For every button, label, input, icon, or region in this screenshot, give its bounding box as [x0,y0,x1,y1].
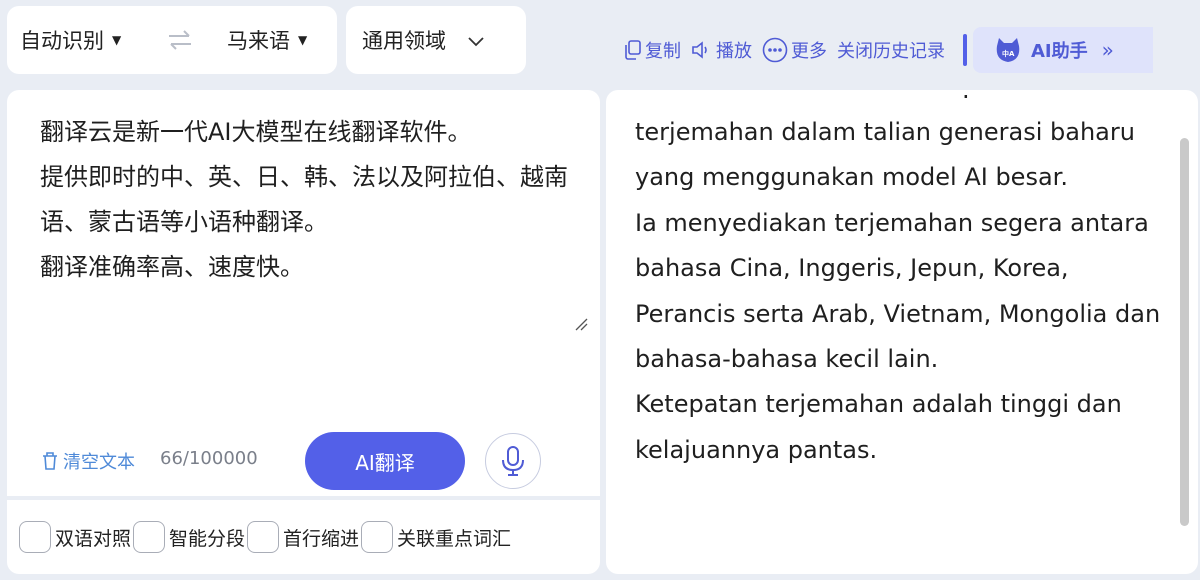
microphone-button[interactable] [485,433,541,489]
source-language-dropdown[interactable]: 自动识别 ▼ [20,6,121,74]
copy-icon [625,40,641,60]
source-text-input[interactable]: 翻译云是新一代AI大模型在线翻译软件。 提供即时的中、英、日、韩、法以及阿拉伯、… [40,110,580,290]
option-bilingual[interactable]: 双语对照 [19,521,131,553]
option-label: 智能分段 [169,527,246,550]
option-key-vocabulary[interactable]: 关联重点词汇 [361,521,511,553]
options-bar: 双语对照 智能分段 首行缩进 关联重点词汇 [7,500,600,574]
language-selector: 自动识别 ▼ 马来语 ▼ [7,6,337,74]
microphone-icon [502,446,524,476]
more-button[interactable]: 更多 [762,37,827,63]
clipped-text-fragment: . [962,90,970,104]
checkbox[interactable] [19,521,51,553]
option-label: 首行缩进 [283,527,360,550]
copy-button[interactable]: 复制 [624,37,681,63]
double-chevron-right-icon: » [1101,38,1114,62]
ai-assistant-button[interactable]: 中A AI助手 » [973,27,1153,73]
trash-icon [43,452,57,470]
output-scrollbar[interactable] [1180,138,1189,526]
caret-down-icon: ▼ [112,33,122,47]
ai-cat-icon: 中A [996,38,1020,62]
domain-dropdown[interactable]: 通用领域 [362,6,484,74]
checkbox[interactable] [133,521,166,553]
copy-label: 复制 [645,41,681,62]
speaker-icon [692,41,707,59]
more-label: 更多 [791,41,827,62]
ai-translate-button[interactable]: AI翻译 [305,432,465,490]
source-language-label: 自动识别 [20,29,104,53]
translation-output-text: terjemahan dalam talian generasi baharu … [635,118,1161,464]
target-language-label: 马来语 [227,29,290,53]
clear-text-button[interactable]: 清空文本 [41,448,135,474]
toolbar-divider [963,34,967,66]
swap-languages-icon[interactable] [167,26,193,54]
option-smart-paragraph[interactable]: 智能分段 [133,521,245,553]
option-label: 双语对照 [55,527,132,550]
play-button[interactable]: 播放 [691,37,752,63]
ai-assistant-label: AI助手 [1031,41,1088,62]
option-first-line-indent[interactable]: 首行缩进 [247,521,359,553]
clear-text-label: 清空文本 [63,452,135,473]
checkbox[interactable] [361,521,394,553]
source-panel: 翻译云是新一代AI大模型在线翻译软件。 提供即时的中、英、日、韩、法以及阿拉伯、… [7,90,600,496]
target-language-dropdown[interactable]: 马来语 ▼ [227,6,307,74]
domain-label: 通用领域 [362,29,446,53]
resize-handle-icon[interactable] [574,316,588,331]
close-history-button[interactable]: 关闭历史记录 [837,37,945,63]
checkbox[interactable] [247,521,280,553]
translation-output-panel: . terjemahan dalam talian generasi bahar… [606,90,1198,574]
caret-down-icon: ▼ [298,33,308,47]
svg-text:中A: 中A [1002,49,1015,58]
close-history-label: 关闭历史记录 [837,41,945,62]
play-label: 播放 [716,41,752,62]
chevron-down-icon [468,28,484,52]
option-label: 关联重点词汇 [397,527,512,550]
more-dots-icon [762,37,788,63]
output-toolbar: 复制 播放 更多 关闭历史记录 中A AI助手 » [624,27,1153,73]
character-count: 66/100000 [160,448,258,469]
domain-selector: 通用领域 [346,6,526,74]
